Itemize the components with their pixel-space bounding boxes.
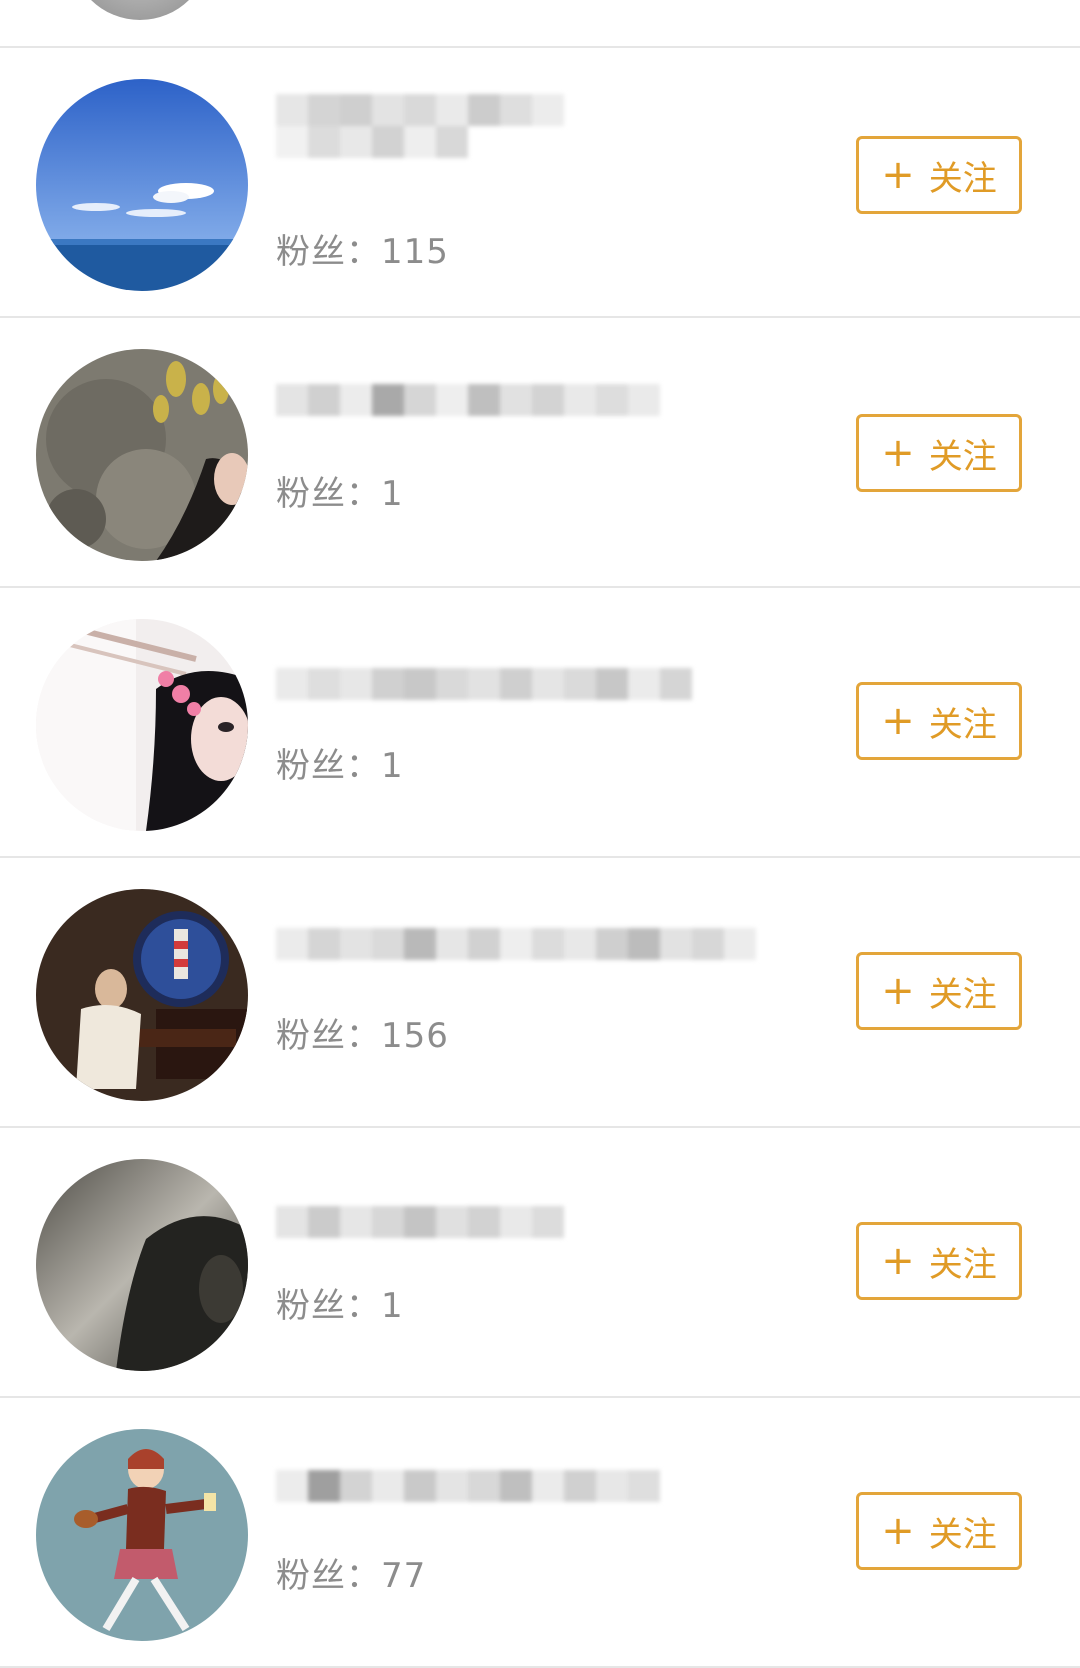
fans-count: 粉丝：1 [276, 466, 404, 515]
user-list: 粉丝：115 + 关注 粉丝：1 + 关注 粉丝：1 + 关注 粉丝：156 +… [0, 48, 1080, 1668]
follow-label: 关注 [928, 436, 997, 477]
fans-label: 粉丝： [276, 474, 381, 514]
fans-label: 粉丝： [276, 746, 381, 786]
avatar[interactable] [36, 889, 248, 1101]
fans-label: 粉丝： [276, 232, 381, 272]
avatar[interactable] [36, 619, 248, 831]
fans-value: 1 [381, 474, 404, 514]
avatar[interactable] [36, 1429, 248, 1641]
avatar-hooded-image [36, 1159, 248, 1371]
avatar-girl-image [36, 619, 248, 831]
avatar[interactable] [36, 1159, 248, 1371]
fans-label: 粉丝： [276, 1286, 381, 1326]
username-blurred[interactable] [276, 668, 692, 732]
follow-button[interactable]: + 关注 [856, 952, 1022, 1030]
plus-icon: + [881, 698, 915, 744]
fans-value: 1 [381, 1286, 404, 1326]
fans-value: 1 [381, 746, 404, 786]
avatar-cartoon-image [36, 1429, 248, 1641]
username-blurred[interactable] [276, 94, 564, 158]
list-item[interactable]: 粉丝：1 + 关注 [0, 1128, 1080, 1398]
list-item[interactable]: 粉丝：1 + 关注 [0, 318, 1080, 588]
list-item[interactable]: 粉丝：1 + 关注 [0, 588, 1080, 858]
fans-value: 156 [381, 1016, 449, 1056]
follow-button[interactable]: + 关注 [856, 414, 1022, 492]
fans-count: 粉丝：1 [276, 1278, 404, 1327]
avatar-ocean-image [36, 79, 248, 291]
username-blurred[interactable] [276, 384, 660, 448]
avatar-rock-image [36, 349, 248, 561]
follow-button[interactable]: + 关注 [856, 136, 1022, 214]
list-item[interactable]: 粉丝：77 + 关注 [0, 1398, 1080, 1668]
username-blurred[interactable] [276, 1206, 564, 1270]
username-blurred[interactable] [276, 928, 756, 992]
list-item[interactable]: 粉丝：115 + 关注 [0, 48, 1080, 318]
plus-icon: + [881, 152, 915, 198]
previous-row-partial [0, 0, 1080, 48]
fans-count: 粉丝：156 [276, 1008, 449, 1057]
avatar-pianist-image [36, 889, 248, 1101]
follow-label: 关注 [928, 974, 997, 1015]
fans-label: 粉丝： [276, 1556, 381, 1596]
avatar[interactable] [36, 79, 248, 291]
username-blurred[interactable] [276, 1470, 660, 1534]
fans-count: 粉丝：115 [276, 224, 449, 273]
list-item[interactable]: 粉丝：156 + 关注 [0, 858, 1080, 1128]
follow-button[interactable]: + 关注 [856, 1222, 1022, 1300]
follow-label: 关注 [928, 158, 997, 199]
plus-icon: + [881, 1238, 915, 1284]
fans-label: 粉丝： [276, 1016, 381, 1056]
follow-label: 关注 [928, 1514, 997, 1555]
follow-label: 关注 [928, 1244, 997, 1285]
plus-icon: + [881, 430, 915, 476]
fans-value: 115 [381, 232, 449, 272]
avatar[interactable] [36, 349, 248, 561]
plus-icon: + [881, 968, 915, 1014]
fans-count: 粉丝：1 [276, 738, 404, 787]
fans-value: 77 [381, 1556, 427, 1596]
follow-button[interactable]: + 关注 [856, 1492, 1022, 1570]
avatar[interactable] [70, 0, 210, 20]
follow-button[interactable]: + 关注 [856, 682, 1022, 760]
fans-count: 粉丝：77 [276, 1548, 426, 1597]
follow-label: 关注 [928, 704, 997, 745]
plus-icon: + [881, 1508, 915, 1554]
